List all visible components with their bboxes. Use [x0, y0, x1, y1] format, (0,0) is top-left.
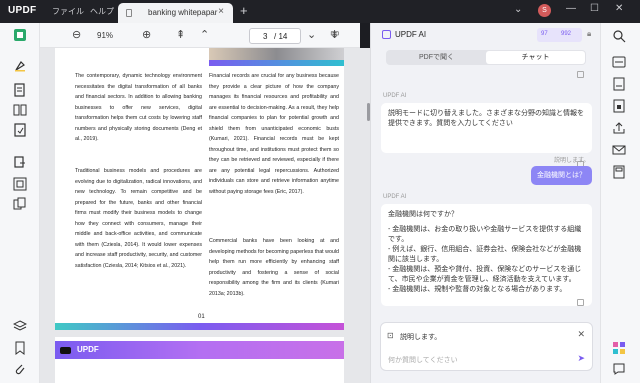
- compare-icon[interactable]: [13, 197, 27, 211]
- tab-chat[interactable]: チャット: [486, 51, 585, 64]
- clear-mode-icon[interactable]: ✕: [577, 329, 585, 340]
- send-icon[interactable]: ➤: [577, 353, 585, 364]
- document-icon: [126, 9, 132, 17]
- tab-close-icon[interactable]: ×: [218, 6, 224, 17]
- close-icon[interactable]: ✕: [615, 3, 623, 14]
- share-icon[interactable]: [612, 121, 626, 135]
- ocr-icon[interactable]: [13, 177, 27, 191]
- page-header-image: [209, 48, 344, 60]
- page-footer-stripe: [55, 323, 344, 330]
- prev-page-icon[interactable]: ⌃: [200, 28, 209, 41]
- edit-pdf-icon[interactable]: [13, 83, 27, 97]
- layers-icon[interactable]: [12, 319, 28, 333]
- menu-file[interactable]: ファイル: [52, 6, 84, 17]
- ai-message: 金融機関は何ですか？ - 金融機関は、お金の取り扱いや金融サービスを提供する組織…: [381, 204, 592, 306]
- ocr-scan-icon[interactable]: [612, 55, 626, 69]
- right-column-paragraph-2: Commercial banks have been looking at an…: [209, 238, 339, 297]
- right-column-paragraph-1: Financial records are crucial for any bu…: [209, 73, 339, 195]
- menu-help[interactable]: ヘルプ: [90, 6, 114, 17]
- user-message: 金融機関とは？: [531, 166, 592, 185]
- page-header-stripe: [209, 60, 344, 66]
- next-page-icon[interactable]: ⌄: [307, 28, 316, 41]
- search-icon[interactable]: [612, 29, 626, 43]
- save-icon[interactable]: [612, 165, 626, 179]
- document-tab[interactable]: banking whitepapar ×: [118, 3, 233, 23]
- ai-answer-line: - 金融機関は、お金の取り扱いや金融サービスを提供する組織です。: [388, 226, 582, 243]
- ai-panel-title: UPDF AI: [395, 30, 427, 39]
- reader-mode-icon[interactable]: [13, 28, 27, 42]
- document-viewer[interactable]: The contemporary, dynamic technology env…: [40, 48, 370, 383]
- copy-icon[interactable]: [577, 299, 584, 306]
- ai-logo-icon: [382, 30, 391, 39]
- maximize-icon[interactable]: ☐: [590, 3, 599, 14]
- avatar[interactable]: S: [538, 4, 551, 17]
- left-tool-sidebar: [0, 23, 40, 383]
- left-column-paragraph-1: The contemporary, dynamic technology env…: [75, 73, 202, 142]
- right-tool-sidebar: [600, 23, 640, 383]
- ai-panel-header: UPDF AI 97 992 🔒︎: [371, 23, 601, 47]
- next-pdf-page: UPDF: [55, 337, 344, 383]
- credit-count-b: 992: [561, 31, 572, 37]
- presentation-icon[interactable]: ▭: [330, 28, 339, 39]
- zoom-out-icon[interactable]: ⊖: [72, 28, 81, 41]
- ai-assistant-icon[interactable]: [612, 341, 626, 355]
- zoom-level[interactable]: 91%: [97, 31, 113, 40]
- ai-message-text: 説明モードに切り替えました。さまざまな分野の知識と情報を提供できます。質問を入力…: [388, 110, 584, 127]
- current-page[interactable]: 3: [263, 32, 267, 41]
- total-pages: / 14: [274, 32, 288, 41]
- attachment-icon[interactable]: [13, 362, 27, 376]
- chevron-down-icon[interactable]: ⌄: [514, 4, 522, 15]
- chat-input-placeholder[interactable]: 何か質問してください: [388, 355, 458, 365]
- pdf-page: The contemporary, dynamic technology env…: [55, 48, 344, 328]
- ai-message: 説明モードに切り替えました。さまざまな分野の知識と情報を提供できます。質問を入力…: [381, 103, 592, 153]
- ai-answer-line: 金融機関は何ですか？: [388, 211, 458, 218]
- page-number: 01: [198, 314, 205, 320]
- zoom-in-icon[interactable]: ⊕: [142, 28, 151, 41]
- comment-icon[interactable]: [13, 59, 27, 73]
- sender-label: UPDF AI: [383, 194, 407, 200]
- prompt-mode-icon[interactable]: ⊡: [387, 331, 394, 340]
- convert-pdf-icon[interactable]: [612, 77, 626, 91]
- prompt-mode-tag: 説明します。: [400, 334, 442, 341]
- credit-count-a: 97: [541, 31, 548, 37]
- organize-pages-icon[interactable]: [13, 103, 27, 117]
- next-page-banner: UPDF: [55, 341, 344, 359]
- first-page-icon[interactable]: ⇞: [176, 28, 185, 41]
- convert-icon[interactable]: [13, 155, 27, 169]
- ai-answer-line: - 金融機関は、預金や貸付、投資、保険などのサービスを通じて、市民や企業が資金を…: [388, 266, 582, 283]
- app-logo: UPDF: [8, 5, 37, 16]
- protect-icon[interactable]: [612, 99, 626, 113]
- mode-switch: PDFで聞く チャット: [386, 50, 586, 65]
- left-column-paragraph-2: Traditional business models and procedur…: [75, 168, 202, 269]
- bookmark-icon[interactable]: [13, 341, 27, 355]
- sender-label: UPDF AI: [383, 93, 407, 99]
- ai-answer-line: - 金融機関は、規制や監督の対象となる場合があります。: [388, 286, 567, 293]
- updf-logo-icon: [60, 347, 71, 354]
- title-bar: UPDF ファイル ヘルプ banking whitepapar × + ⌄ S…: [0, 0, 640, 23]
- credits-badge[interactable]: 97 992: [537, 28, 582, 42]
- form-icon[interactable]: [13, 123, 27, 137]
- ai-assistant-panel: UPDF AI 97 992 🔒︎ PDFで聞く チャット UPDF AI 説明…: [370, 23, 600, 383]
- minimize-icon[interactable]: —: [566, 3, 576, 14]
- email-icon[interactable]: [612, 143, 626, 157]
- tab-title: banking whitepapar: [148, 8, 218, 17]
- banner-text: UPDF: [77, 345, 99, 354]
- chat-input-box[interactable]: ⊡ 説明します。 ✕ 何か質問してください ➤: [380, 322, 593, 371]
- chat-icon[interactable]: [612, 362, 626, 376]
- page-input[interactable]: 3 / 14: [249, 28, 301, 44]
- user-mode-note: 説明します。: [554, 158, 590, 164]
- ai-answer-line: - 例えば、銀行、信用組合、証券会社、保険会社などが金融機関に該当します。: [388, 246, 582, 263]
- copy-icon[interactable]: [577, 71, 584, 78]
- view-toolbar: ⊖ 91% ⊕ ⇞ ⌃ 3 / 14 ⌄ ⇟: [40, 23, 360, 48]
- new-tab-icon[interactable]: +: [240, 3, 248, 18]
- lock-icon[interactable]: 🔒︎: [587, 29, 591, 39]
- tab-ask-pdf[interactable]: PDFで聞く: [387, 51, 486, 64]
